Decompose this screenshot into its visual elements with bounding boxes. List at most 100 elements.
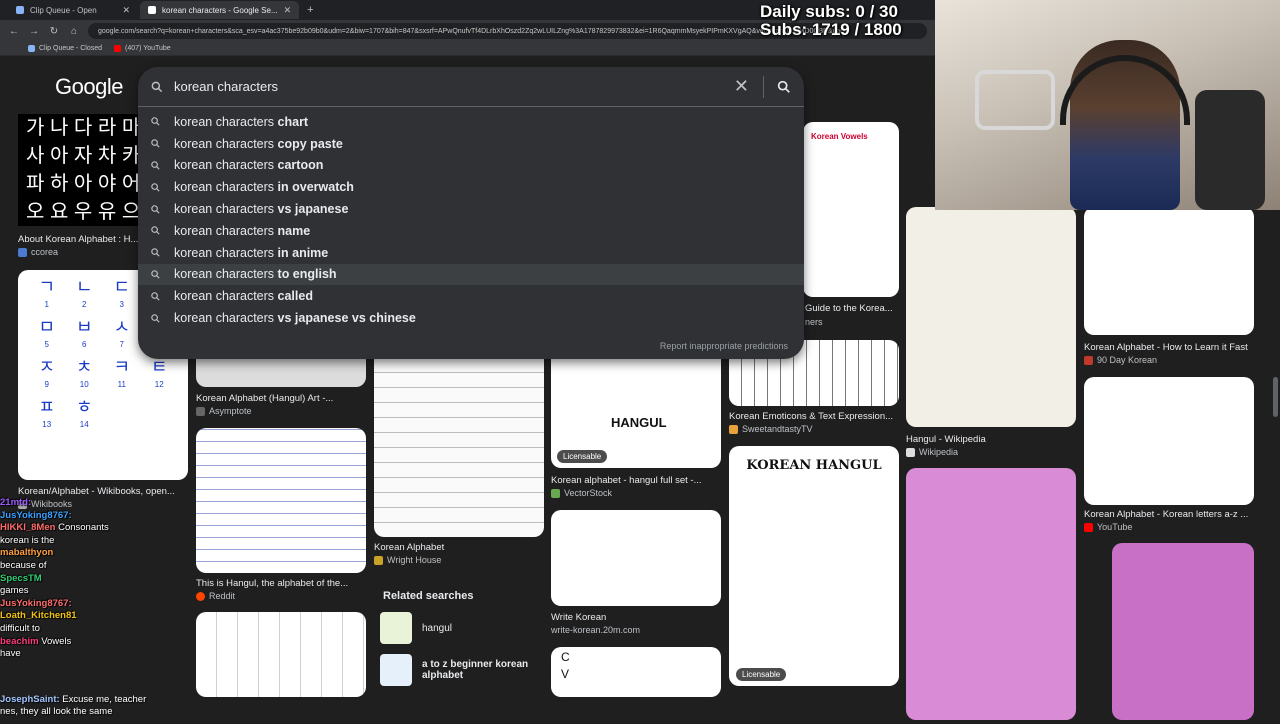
result-caption[interactable]: Korean Emoticons & Text Expression... [729,411,899,422]
result-image-hangul-sheet[interactable] [196,612,366,697]
scrollbar-thumb[interactable] [1273,377,1278,417]
source-label: ccorea [31,247,59,257]
search-icon [151,117,160,126]
suggestion-item[interactable]: korean characters chart [138,111,804,133]
result-image-hangul-black[interactable]: 가 나 다 라 마 사 아 자 차 카 파 하 아 야 어 오 요 우 유 으 [18,114,158,226]
search-icon [151,183,160,192]
result-image-korean-vowels[interactable]: Korean Vowels [803,122,899,297]
ring-light-image [975,70,1055,130]
suggestion-item[interactable]: korean characters called [138,285,804,307]
tab-google-search[interactable]: korean characters - Google Se... ✕ [140,1,300,19]
result-caption[interactable]: Guide to the Korea... [805,303,899,314]
result-image-letters-az[interactable] [1084,377,1254,505]
suggestion-item[interactable]: korean characters in anime [138,242,804,264]
bookmark-clip-queue[interactable]: Clip Queue - Closed [28,45,102,52]
forward-icon[interactable]: → [28,26,40,37]
search-icon [151,226,160,235]
result-source: write-korean.20m.com [551,625,640,635]
sub-goal-overlay: Daily subs: 0 / 30 Subs: 1719 / 1800 [760,3,902,39]
search-icon [151,139,160,148]
chat-line: have [0,648,21,660]
result-image-foam-puzzle-2[interactable] [1112,543,1254,720]
result-caption[interactable]: About Korean Alphabet : H... [18,234,138,245]
result-caption[interactable]: Write Korean [551,612,721,623]
tab-label: Clip Queue - Open [30,5,97,15]
result-image-hangul-manuscript[interactable] [906,207,1076,427]
jamo-cell: ㅅ7 [113,317,131,349]
chat-line: because of [0,559,47,571]
suggestion-completion: in anime [277,245,329,260]
tab-clip-queue[interactable]: Clip Queue - Open ✕ [8,1,138,19]
suggestion-item[interactable]: korean characters cartoon [138,155,804,177]
result-image-korean-hangul-poster[interactable]: KOREAN HANGUL [729,446,899,686]
result-source: ners [805,317,823,327]
result-caption[interactable]: Korean/Alphabet - Wikibooks, open... [18,486,183,497]
google-logo[interactable]: Google [55,74,123,100]
close-tab-icon[interactable]: ✕ [284,5,292,16]
result-caption[interactable]: Korean Alphabet [374,542,544,553]
related-searches-title: Related searches [383,590,474,602]
suggestion-item[interactable]: korean characters to english [138,263,804,286]
related-thumbnail [380,654,412,686]
result-image-cv-chart[interactable]: C V [551,647,721,697]
chat-latest-message: JosephSaint: Excuse me, teacher nes, the… [0,694,500,718]
related-search-item[interactable]: a to z beginner korean alphabet [374,654,546,686]
result-caption[interactable]: Korean Alphabet - Korean letters a-z ... [1084,509,1274,520]
jamo-cell: ㅌ 12 [150,357,168,389]
chat-line: mabalthyon [0,547,54,559]
close-tab-icon[interactable]: ✕ [122,5,130,16]
reload-icon[interactable]: ↻ [48,26,60,37]
suggestion-prefix: korean characters [174,223,278,238]
suggestion-prefix: korean characters [174,158,278,173]
suggestion-item[interactable]: korean characters copy paste [138,133,804,155]
result-image-vowel-chart[interactable] [1084,207,1254,335]
bookmark-favicon-icon [28,45,35,52]
chat-line: Loath_Kitchen81 [0,610,77,622]
clip-queue-favicon-icon [16,6,24,14]
result-image-consonants-vowels[interactable] [551,510,721,606]
suggestion-prefix: korean characters [174,180,278,195]
chat-overlay: 21mtd: JusYoking8767: HIKKI_8Men Consona… [0,497,195,707]
subs-counter: Subs: 1719 / 1800 [760,20,902,39]
search-icon [151,292,160,301]
chat-line: 21mtd: [0,497,32,508]
clear-search-icon[interactable]: ✕ [734,76,749,97]
result-caption[interactable]: Korean alphabet - hangul full set -... [551,475,721,486]
suggestion-completion: in overwatch [277,180,354,195]
site-favicon-icon [18,247,27,257]
result-image-hangul-table[interactable] [196,428,366,573]
search-icon [151,313,160,323]
result-caption[interactable]: Korean Alphabet (Hangul) Art -... [196,393,366,404]
site-favicon-icon [1084,355,1093,365]
bookmark-label: (407) YouTube [125,45,171,52]
result-caption[interactable]: Hangul - Wikipedia [906,434,1076,445]
search-submit-icon[interactable] [776,79,792,95]
suggestion-item[interactable]: korean characters in overwatch [138,176,804,198]
report-predictions-link[interactable]: Report inappropriate predictions [660,341,788,351]
result-caption[interactable]: This is Hangul, the alphabet of the... [196,578,366,589]
jamo-cell: ㅈ9 [38,357,56,389]
home-icon[interactable]: ⌂ [68,26,80,37]
suggestion-prefix: korean characters [174,289,278,304]
back-icon[interactable]: ← [8,26,20,37]
suggestion-item[interactable]: korean characters vs japanese [138,198,804,220]
chat-line: JusYoking8767: [0,509,72,521]
suggestion-prefix: korean characters [174,136,278,151]
chat-line: SpecsTM [0,572,42,584]
suggestion-completion: name [277,223,311,238]
source-label: Asymptote [209,406,252,416]
bookmark-youtube[interactable]: (407) YouTube [114,45,171,52]
suggestion-item[interactable]: korean characters vs japanese vs chinese [138,307,804,329]
result-caption[interactable]: Korean Alphabet - How to Learn it Fast [1084,342,1274,353]
result-image-foam-puzzle[interactable] [906,468,1076,720]
google-favicon-icon [148,6,156,14]
new-tab-icon[interactable]: + [307,4,313,16]
related-search-item[interactable]: hangul [374,612,546,644]
suggestion-item[interactable]: korean characters name [138,220,804,242]
search-input[interactable] [174,79,734,94]
wikipedia-icon [906,447,915,457]
result-source: YouTube [1084,522,1132,532]
jamo-cell: ㅊ 10 [75,357,93,389]
result-image-alphabet-worksheet[interactable] [374,347,544,537]
search-bar: ✕ [138,67,804,107]
